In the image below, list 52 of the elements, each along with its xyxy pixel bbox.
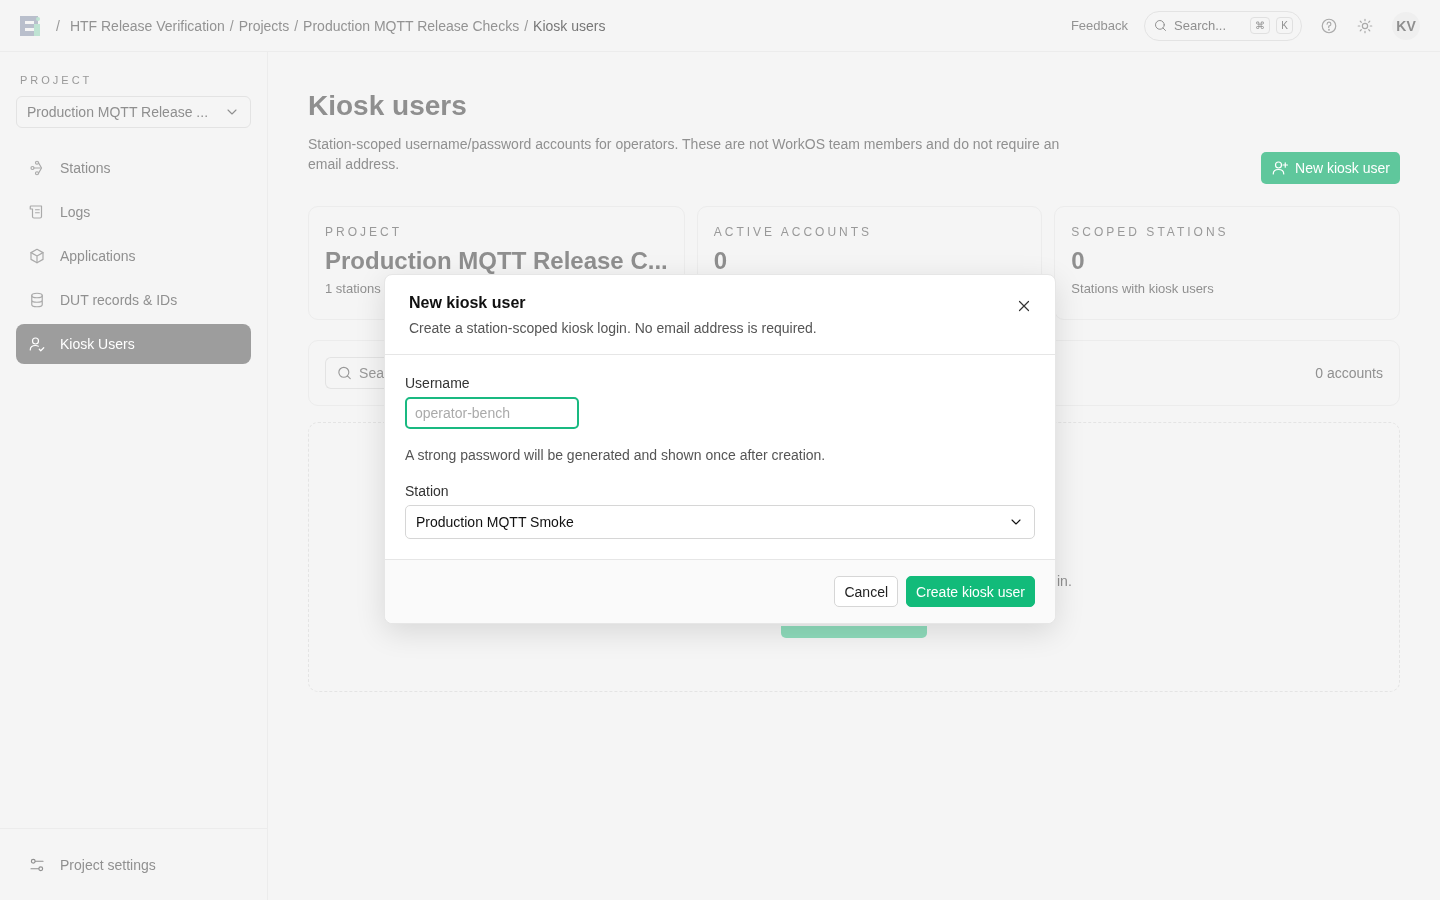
sidebar-item[interactable]: Logs	[16, 192, 251, 232]
stat-value: 0	[713, 247, 729, 275]
station-select[interactable]: Production MQTT Smoke	[405, 505, 1035, 539]
stat-value: 0	[1071, 247, 1086, 275]
database-icon	[28, 291, 46, 309]
breadcrumb-link[interactable]: Projects	[238, 17, 290, 34]
section-label: PROJECT	[20, 74, 94, 86]
project-select[interactable]: Production MQTT Release ...	[16, 96, 251, 128]
breadcrumb-link[interactable]: Kiosk users	[533, 17, 606, 34]
cancel-button[interactable]: Cancel	[834, 576, 899, 607]
user-plus-icon	[1271, 159, 1290, 177]
sidebar-item[interactable]: DUT records & IDs	[16, 280, 251, 320]
sun-icon	[1356, 16, 1374, 35]
breadcrumb-separator: /	[294, 17, 299, 34]
account-count: 0 accounts	[1315, 365, 1383, 381]
breadcrumb-separator: /	[524, 17, 529, 34]
help-icon	[1320, 16, 1338, 35]
breadcrumb-separator: /	[56, 17, 60, 34]
cube-icon	[28, 247, 46, 265]
dialog-subtitle: Create a station-scoped kiosk login. No email address is required.	[409, 320, 818, 336]
stat-label: SCOPED STATIONS	[1071, 225, 1230, 239]
user-avatar[interactable]: KV	[1392, 11, 1420, 40]
new-kiosk-user-button[interactable]	[781, 626, 927, 638]
stat-value: Production MQTT Release C...	[325, 247, 668, 275]
user-check-icon	[28, 335, 46, 353]
new-kiosk-user-button[interactable]: New kiosk user	[1261, 152, 1400, 184]
empty-state-text: in.	[1056, 573, 1073, 589]
search-icon	[336, 364, 354, 382]
dialog-title: New kiosk user	[409, 294, 526, 312]
stat-caption: 1 stations	[325, 281, 382, 296]
sidebar-item[interactable]: Kiosk Users	[16, 324, 251, 364]
breadcrumb-separator: /	[229, 17, 234, 34]
keyboard-key: K	[1276, 17, 1293, 34]
field-label: Station	[405, 483, 450, 499]
logo-icon[interactable]	[20, 15, 42, 36]
sidebar-item[interactable]: Applications	[16, 236, 251, 276]
breadcrumb-link[interactable]: Production MQTT Release Checks	[303, 17, 520, 34]
create-button[interactable]: Create kiosk user	[906, 576, 1035, 607]
password-hint: A strong password will be generated and shown once after creation.	[405, 447, 827, 463]
stat-label: ACTIVE ACCOUNTS	[713, 225, 874, 239]
breadcrumb-link[interactable]: HTF Release Verification	[69, 17, 225, 34]
search-icon	[1153, 18, 1168, 33]
feedback-link[interactable]: Feedback	[1070, 18, 1128, 33]
field-label: Username	[405, 375, 471, 391]
sidebar-item[interactable]: Stations	[16, 148, 251, 188]
stat-caption: Stations with kiosk users	[1071, 281, 1215, 296]
keyboard-key: ⌘	[1250, 17, 1271, 34]
page-title: Kiosk users	[308, 90, 468, 122]
stat-label: PROJECT	[325, 225, 403, 239]
page-description: Station-scoped username/password accounts for operators. These are not WorkOS team members and do not require an email address.	[308, 135, 1061, 174]
sidebar-item[interactable]: Project settings	[0, 828, 267, 900]
username-field[interactable]: operator-bench	[405, 397, 579, 429]
